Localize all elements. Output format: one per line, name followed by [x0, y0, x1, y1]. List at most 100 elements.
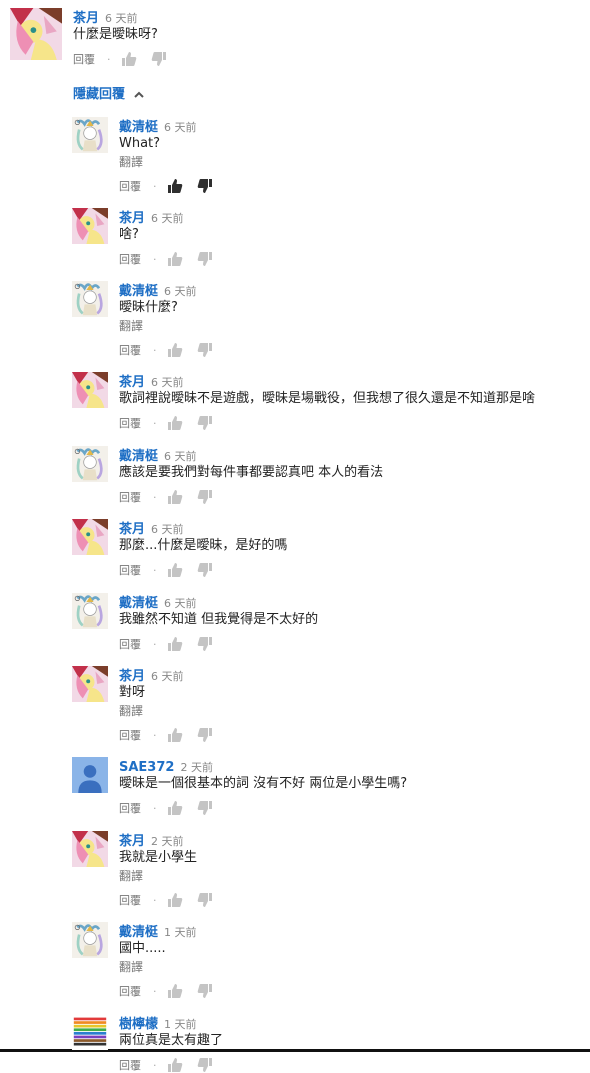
thumbs-down-icon[interactable]	[197, 178, 213, 194]
thumbs-down-icon[interactable]	[197, 342, 213, 358]
comment-timestamp[interactable]: 1 天前	[164, 926, 197, 939]
reply-button[interactable]: 回覆	[119, 489, 141, 505]
comment-timestamp[interactable]: 6 天前	[164, 450, 197, 463]
translate-link[interactable]: 翻譯	[119, 153, 589, 171]
thumbs-down-icon[interactable]	[151, 51, 167, 67]
comment-author[interactable]: 戴清梃	[119, 596, 158, 611]
avatar[interactable]	[72, 757, 108, 793]
comment-author[interactable]: 茶月	[119, 522, 145, 537]
comment-meta: 戴清梃 1 天前	[119, 922, 589, 940]
comment-author[interactable]: 茶月	[119, 375, 145, 390]
avatar[interactable]	[72, 1014, 108, 1050]
thumbs-up-icon[interactable]	[167, 892, 183, 908]
thumbs-up-icon[interactable]	[167, 727, 183, 743]
avatar[interactable]	[10, 8, 62, 60]
thumbs-down-icon[interactable]	[197, 727, 213, 743]
avatar[interactable]	[72, 922, 108, 958]
thumbs-up-icon[interactable]	[167, 251, 183, 267]
thumbs-down-icon[interactable]	[197, 489, 213, 505]
thumbs-down-icon[interactable]	[197, 636, 213, 652]
thumbs-down-icon[interactable]	[197, 562, 213, 578]
separator-dot: ·	[153, 343, 157, 357]
reply-button[interactable]: 回覆	[119, 800, 141, 816]
comment-text: 應該是要我們對每件事都要認真吧 本人的看法	[119, 465, 384, 480]
comment-timestamp[interactable]: 6 天前	[151, 212, 184, 225]
comment-actions: 回覆 ·	[119, 1057, 589, 1073]
thumbs-up-icon[interactable]	[167, 800, 183, 816]
comment-meta: 茶月 6 天前	[119, 519, 589, 537]
separator-dot: ·	[153, 490, 157, 504]
comment-author[interactable]: 戴清梃	[119, 284, 158, 299]
avatar[interactable]	[72, 593, 108, 629]
comment-timestamp[interactable]: 6 天前	[164, 285, 197, 298]
comment-text: 那麼...什麼是曖昧，是好的嗎	[119, 538, 288, 553]
comment-body: 茶月 6 天前 歌詞裡說曖昧不是遊戲，曖昧是場戰役，但我想了很久還是不知道那是啥 回覆…	[119, 372, 589, 431]
thumbs-down-icon[interactable]	[197, 415, 213, 431]
thumbs-up-icon[interactable]	[167, 489, 183, 505]
comment-author[interactable]: 茶月	[119, 669, 145, 684]
comment-author[interactable]: 戴清梃	[119, 449, 158, 464]
comment-body: 茶月 6 天前 那麼...什麼是曖昧，是好的嗎 回覆 ·	[119, 519, 589, 578]
separator-dot: ·	[153, 1058, 157, 1072]
thumbs-up-icon[interactable]	[167, 1057, 183, 1073]
reply-button[interactable]: 回覆	[73, 51, 95, 67]
avatar[interactable]	[72, 117, 108, 153]
comment-author[interactable]: 茶月	[73, 11, 99, 26]
translate-link[interactable]: 翻譯	[119, 702, 589, 720]
comment-timestamp[interactable]: 6 天前	[164, 121, 197, 134]
reply-button[interactable]: 回覆	[119, 415, 141, 431]
comment-timestamp[interactable]: 2 天前	[151, 835, 184, 848]
comment-meta: 茶月 6 天前	[119, 208, 589, 226]
reply-button[interactable]: 回覆	[119, 727, 141, 743]
comment-author[interactable]: 戴清梃	[119, 120, 158, 135]
avatar[interactable]	[72, 831, 108, 867]
reply-button[interactable]: 回覆	[119, 892, 141, 908]
comment-body: 戴清梃 6 天前 曖昧什麼? 翻譯 回覆 ·	[119, 281, 589, 358]
separator-dot: ·	[153, 801, 157, 815]
thumbs-up-icon[interactable]	[167, 342, 183, 358]
comment-timestamp[interactable]: 6 天前	[151, 376, 184, 389]
thumbs-down-icon[interactable]	[197, 251, 213, 267]
reply-button[interactable]: 回覆	[119, 562, 141, 578]
comment-timestamp[interactable]: 1 天前	[164, 1018, 197, 1031]
thumbs-up-icon[interactable]	[167, 178, 183, 194]
comment-timestamp[interactable]: 2 天前	[180, 761, 213, 774]
avatar[interactable]	[72, 281, 108, 317]
translate-link[interactable]: 翻譯	[119, 867, 589, 885]
reply-button[interactable]: 回覆	[119, 178, 141, 194]
comment-author[interactable]: 戴清梃	[119, 925, 158, 940]
reply-button[interactable]: 回覆	[119, 1057, 141, 1073]
thumbs-up-icon[interactable]	[167, 983, 183, 999]
comment-thread: 隱藏回覆 茶月 6 天前 什麼是曖昧呀? 回覆 · 戴清梃 6 天前 What? 翻譯 回覆 · 茶月…	[0, 0, 590, 1072]
avatar[interactable]	[72, 446, 108, 482]
translate-link[interactable]: 翻譯	[119, 958, 589, 976]
avatar[interactable]	[72, 208, 108, 244]
reply-button[interactable]: 回覆	[119, 342, 141, 358]
comment-timestamp[interactable]: 6 天前	[151, 523, 184, 536]
comment-author[interactable]: 茶月	[119, 211, 145, 226]
thumbs-up-icon[interactable]	[167, 415, 183, 431]
thumbs-up-icon[interactable]	[167, 636, 183, 652]
avatar[interactable]	[72, 519, 108, 555]
comment-author[interactable]: 樹檸檬	[119, 1017, 158, 1032]
thumbs-down-icon[interactable]	[197, 892, 213, 908]
comment-timestamp[interactable]: 6 天前	[105, 12, 138, 25]
reply-button[interactable]: 回覆	[119, 251, 141, 267]
pony-avatar-art	[72, 372, 108, 408]
thumbs-up-icon[interactable]	[121, 51, 137, 67]
comment-author[interactable]: SAE372	[119, 760, 174, 775]
avatar[interactable]	[72, 666, 108, 702]
reply-button[interactable]: 回覆	[119, 636, 141, 652]
thumbs-up-icon[interactable]	[167, 562, 183, 578]
avatar[interactable]	[72, 372, 108, 408]
comment-timestamp[interactable]: 6 天前	[151, 670, 184, 683]
comment-timestamp[interactable]: 6 天前	[164, 597, 197, 610]
thumbs-down-icon[interactable]	[197, 983, 213, 999]
reply-button[interactable]: 回覆	[119, 983, 141, 999]
thumbs-down-icon[interactable]	[197, 800, 213, 816]
thumbs-down-icon[interactable]	[197, 1057, 213, 1073]
comment-actions: 回覆 ·	[119, 415, 589, 431]
comment-author[interactable]: 茶月	[119, 834, 145, 849]
translate-link[interactable]: 翻譯	[119, 317, 589, 335]
hide-replies-button[interactable]: 隱藏回覆	[73, 86, 145, 104]
